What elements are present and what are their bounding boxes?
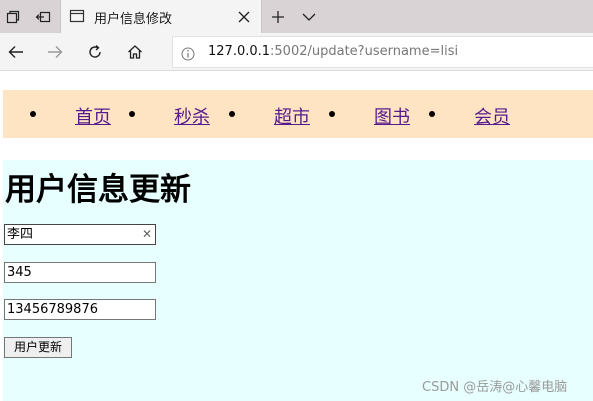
password-input-value: 345 [7, 265, 32, 280]
menu-item-supermarket [229, 90, 235, 138]
menu-item-membership [429, 90, 435, 138]
menu-link-membership[interactable]: 会员 [474, 103, 510, 129]
menu-link-home[interactable]: 首页 [75, 103, 111, 129]
phone-input-value: 13456789876 [7, 302, 98, 317]
bullet [429, 111, 435, 117]
info-icon[interactable] [181, 46, 195, 61]
address-bar[interactable]: 127.0.0.1:5002/update?username=lisi [172, 36, 593, 68]
menu-item-flash-sale [129, 90, 135, 138]
name-input-value: 李四 [7, 227, 34, 242]
menu-item-books [329, 90, 335, 138]
bullet [229, 111, 235, 117]
refresh-icon[interactable] [84, 41, 106, 63]
menu-item-home [30, 90, 36, 138]
tab-actions-icon[interactable] [2, 6, 24, 28]
watermark: CSDN @岳涛@心馨电脑 [422, 380, 568, 395]
chevron-down-icon[interactable] [298, 6, 320, 28]
url-text[interactable]: 127.0.0.1:5002/update?username=lisi [208, 44, 458, 59]
set-aside-tabs-icon[interactable] [32, 6, 54, 28]
bullet [30, 111, 36, 117]
url-path: :5002/update?username=lisi [270, 44, 459, 59]
top-menu: 首页 秒杀 超市 图书 会员 [3, 90, 593, 138]
menu-link-flash-sale[interactable]: 秒杀 [174, 103, 210, 129]
tab-title: 用户信息修改 [94, 12, 173, 27]
menu-link-books[interactable]: 图书 [374, 103, 410, 129]
password-input[interactable]: 345 [4, 262, 156, 283]
bullet [329, 111, 335, 117]
update-form-section: 用户信息更新 李四 ✕ 345 13456789876 用户更新 CSDN @岳… [3, 160, 593, 401]
phone-input[interactable]: 13456789876 [4, 299, 156, 320]
page-title: 用户信息更新 [5, 172, 191, 208]
page-icon [69, 8, 85, 24]
navigation-bar: 127.0.0.1:5002/update?username=lisi [0, 33, 593, 71]
url-host: 127.0.0.1 [208, 44, 271, 59]
tab-strip: 用户信息修改 [0, 0, 593, 33]
home-icon[interactable] [124, 41, 146, 63]
back-arrow-icon[interactable] [5, 41, 27, 63]
active-tab[interactable]: 用户信息修改 [60, 0, 262, 33]
update-user-button[interactable]: 用户更新 [4, 337, 72, 358]
plus-icon[interactable] [267, 6, 289, 28]
bullet [129, 111, 135, 117]
close-icon[interactable] [237, 9, 251, 23]
name-input[interactable]: 李四 ✕ [4, 224, 156, 245]
menu-link-supermarket[interactable]: 超市 [274, 103, 310, 129]
forward-arrow-icon[interactable] [44, 41, 66, 63]
clear-icon[interactable]: ✕ [142, 227, 152, 242]
